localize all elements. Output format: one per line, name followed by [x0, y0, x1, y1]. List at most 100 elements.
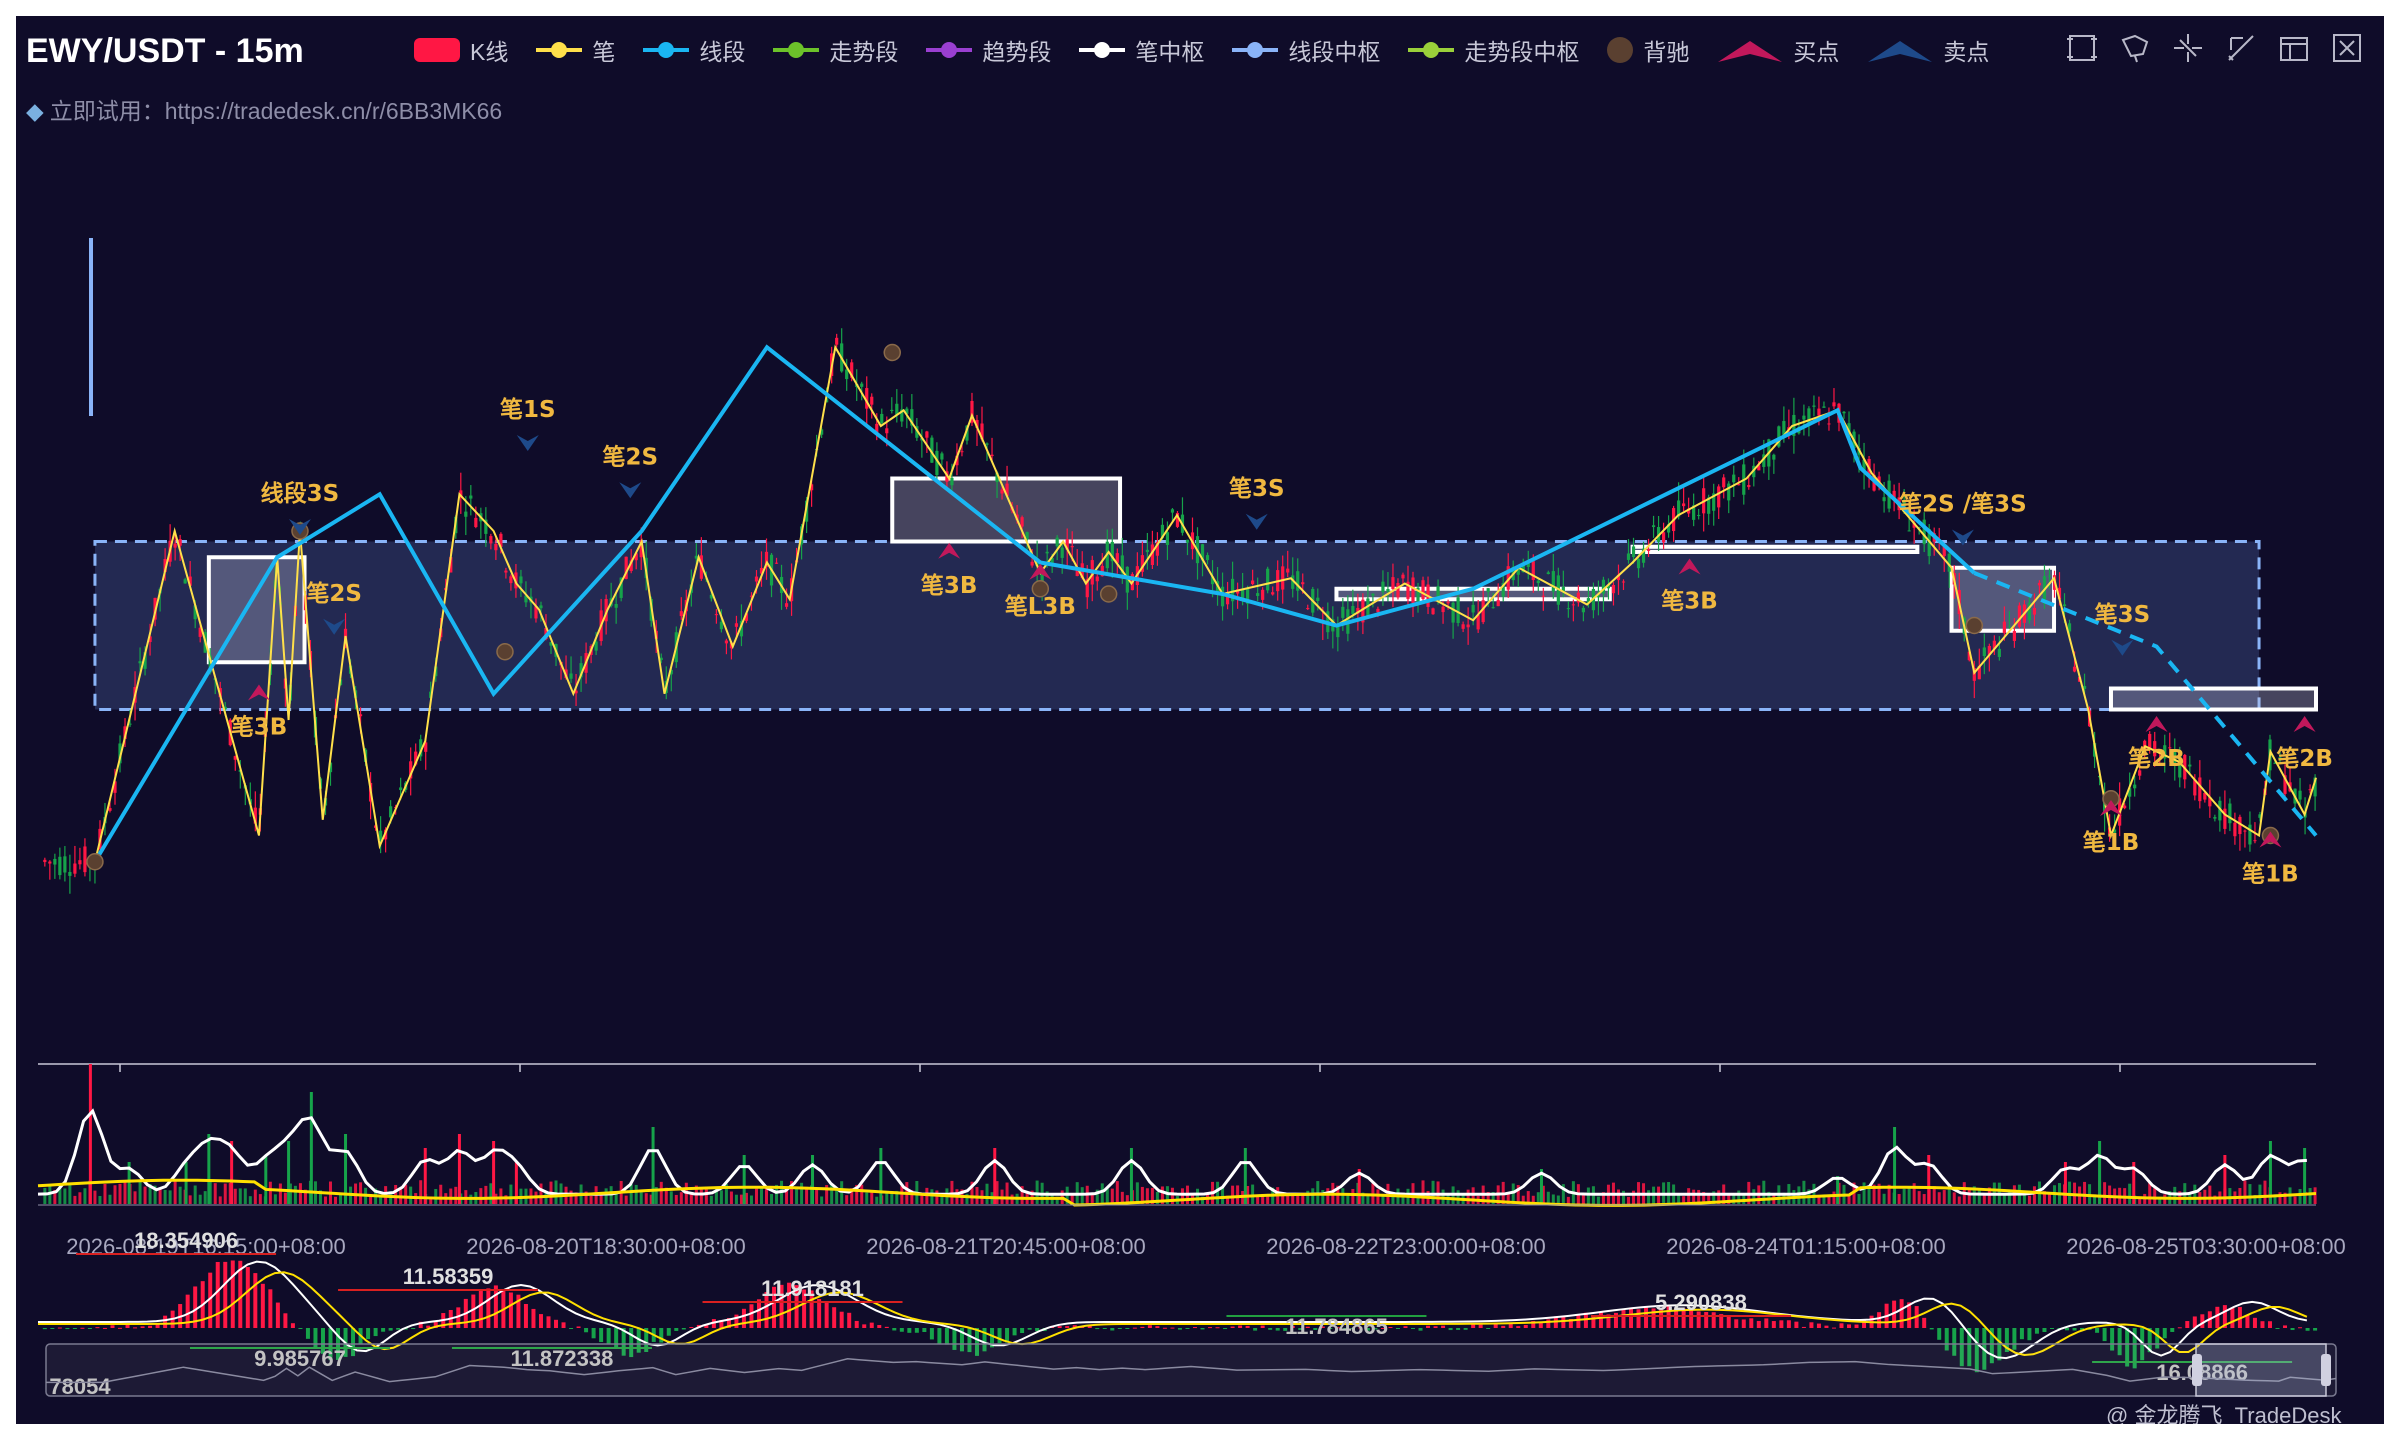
legend-item[interactable]: 线段中枢: [1230, 33, 1380, 67]
volume-bar: [178, 1186, 182, 1204]
legend-item[interactable]: 走势段: [771, 33, 898, 67]
subtitle-link[interactable]: 立即试用：https://tradedesk.cn/r/6BB3MK66: [50, 98, 503, 124]
volume-bar: [674, 1194, 678, 1204]
legend-item[interactable]: 卖点: [1865, 33, 1989, 67]
signal-label: 笔2B: [2128, 745, 2185, 772]
candle-body: [58, 856, 62, 876]
volume-bar: [699, 1189, 703, 1204]
volume-bar: [1862, 1182, 1866, 1204]
volume-bar: [900, 1185, 904, 1204]
volume-bar: [975, 1187, 979, 1204]
macd-bar: [1110, 1328, 1115, 1331]
volume-bar: [68, 1184, 72, 1204]
brush-icon[interactable]: [2223, 30, 2259, 66]
candle-body: [78, 860, 82, 865]
legend-item[interactable]: 笔中枢: [1077, 33, 1204, 67]
volume-bar: [188, 1195, 192, 1204]
candle-body: [960, 451, 964, 453]
volume-bar: [1596, 1196, 1600, 1204]
volume-spike: [993, 1148, 997, 1204]
signal-label: 笔3S: [1229, 475, 1285, 502]
macd-dea-line: [38, 1271, 2308, 1356]
data-zoom-handle-right[interactable]: [2321, 1354, 2331, 1386]
legend-item[interactable]: K线: [412, 33, 508, 67]
volume-bar: [1937, 1192, 1941, 1204]
candle-body: [1381, 581, 1385, 593]
macd-bar: [1824, 1325, 1829, 1328]
candle-body: [2032, 607, 2037, 615]
macd-bar: [1523, 1324, 1528, 1328]
clear-icon[interactable]: [2329, 30, 2365, 66]
kline-legend-icon: [414, 38, 460, 62]
volume-bar: [845, 1195, 849, 1204]
volume-bar: [2313, 1187, 2317, 1204]
candle-body: [173, 543, 177, 548]
macd-bar: [1478, 1324, 1483, 1328]
volume-bar: [2103, 1182, 2107, 1204]
data-view-icon[interactable]: [2276, 30, 2312, 66]
macd-bar: [2283, 1325, 2288, 1328]
legend-item[interactable]: 线段: [641, 33, 745, 67]
macd-bar: [1756, 1320, 1761, 1328]
lasso-icon[interactable]: [2117, 30, 2153, 66]
candle-body: [1220, 586, 1225, 607]
volume-bar: [1135, 1182, 1139, 1204]
macd-bar: [72, 1328, 77, 1329]
volume-spike: [457, 1134, 461, 1204]
volume-bar: [599, 1194, 603, 1204]
zoom-rect-icon[interactable]: [2064, 30, 2100, 66]
macd-bar: [1117, 1328, 1122, 1329]
macd-bar: [133, 1327, 138, 1329]
candle-body: [1651, 525, 1656, 528]
volume-bar: [43, 1187, 47, 1204]
candle-body: [1301, 582, 1305, 585]
candle-body: [1551, 571, 1555, 592]
zoom-reset-icon[interactable]: [2170, 30, 2206, 66]
signal-label: 线段3S: [261, 480, 340, 507]
candle-body: [985, 443, 989, 445]
macd-bar: [1463, 1328, 1468, 1330]
macd-bar: [892, 1328, 897, 1331]
candle-body: [1842, 411, 1846, 414]
volume-bar: [795, 1187, 799, 1204]
data-zoom-window[interactable]: [2195, 1343, 2327, 1397]
legend-item[interactable]: 买点: [1715, 33, 1839, 67]
candle-body: [2133, 784, 2137, 789]
volume-bar: [1105, 1188, 1109, 1204]
chart-canvas[interactable]: 笔3B 线段3S 笔2S 笔1S 笔2S 笔3B 笔L3B 笔3S 笔3B 笔2S /笔3S 笔3S…: [16, 16, 2384, 1424]
volume-bar: [123, 1182, 127, 1204]
macd-bar: [215, 1261, 220, 1328]
macd-bar: [1245, 1325, 1250, 1328]
legend-item[interactable]: 趋势段: [924, 33, 1051, 67]
volume-bar: [734, 1194, 738, 1204]
volume-bar: [604, 1188, 608, 1204]
line-legend-icon: [536, 42, 583, 58]
legend-item[interactable]: 笔: [534, 33, 615, 67]
macd-bar: [1388, 1327, 1393, 1329]
macd-bar: [1095, 1328, 1100, 1330]
volume-bar: [1812, 1183, 1816, 1204]
subtitle[interactable]: ◆ 立即试用：https://tradedesk.cn/r/6BB3MK66: [26, 92, 502, 126]
legend-item[interactable]: 背驰: [1605, 33, 1689, 67]
macd-bar: [997, 1328, 1002, 1344]
macd-bar: [2313, 1328, 2318, 1331]
data-zoom-handle-left[interactable]: [2192, 1354, 2202, 1386]
line-legend-icon: [926, 42, 973, 58]
volume-bar: [759, 1186, 763, 1204]
volume-bar: [1231, 1185, 1235, 1204]
data-zoom-slider[interactable]: [45, 1343, 2337, 1397]
legend-item[interactable]: 走势段中枢: [1406, 33, 1579, 67]
volume-spike: [879, 1148, 883, 1204]
macd-bar: [1162, 1327, 1167, 1329]
macd-bar: [486, 1288, 491, 1328]
macd-bar: [824, 1302, 829, 1328]
candle-body: [1822, 406, 1826, 408]
macd-bar: [2162, 1328, 2167, 1339]
macd-bar: [163, 1315, 168, 1328]
volume-bar: [1626, 1196, 1630, 1204]
volume-bar: [163, 1189, 167, 1204]
macd-bar: [260, 1283, 265, 1328]
legend-label: 背驰: [1643, 39, 1690, 65]
volume-bar: [770, 1193, 774, 1204]
macd-bar: [230, 1260, 235, 1328]
